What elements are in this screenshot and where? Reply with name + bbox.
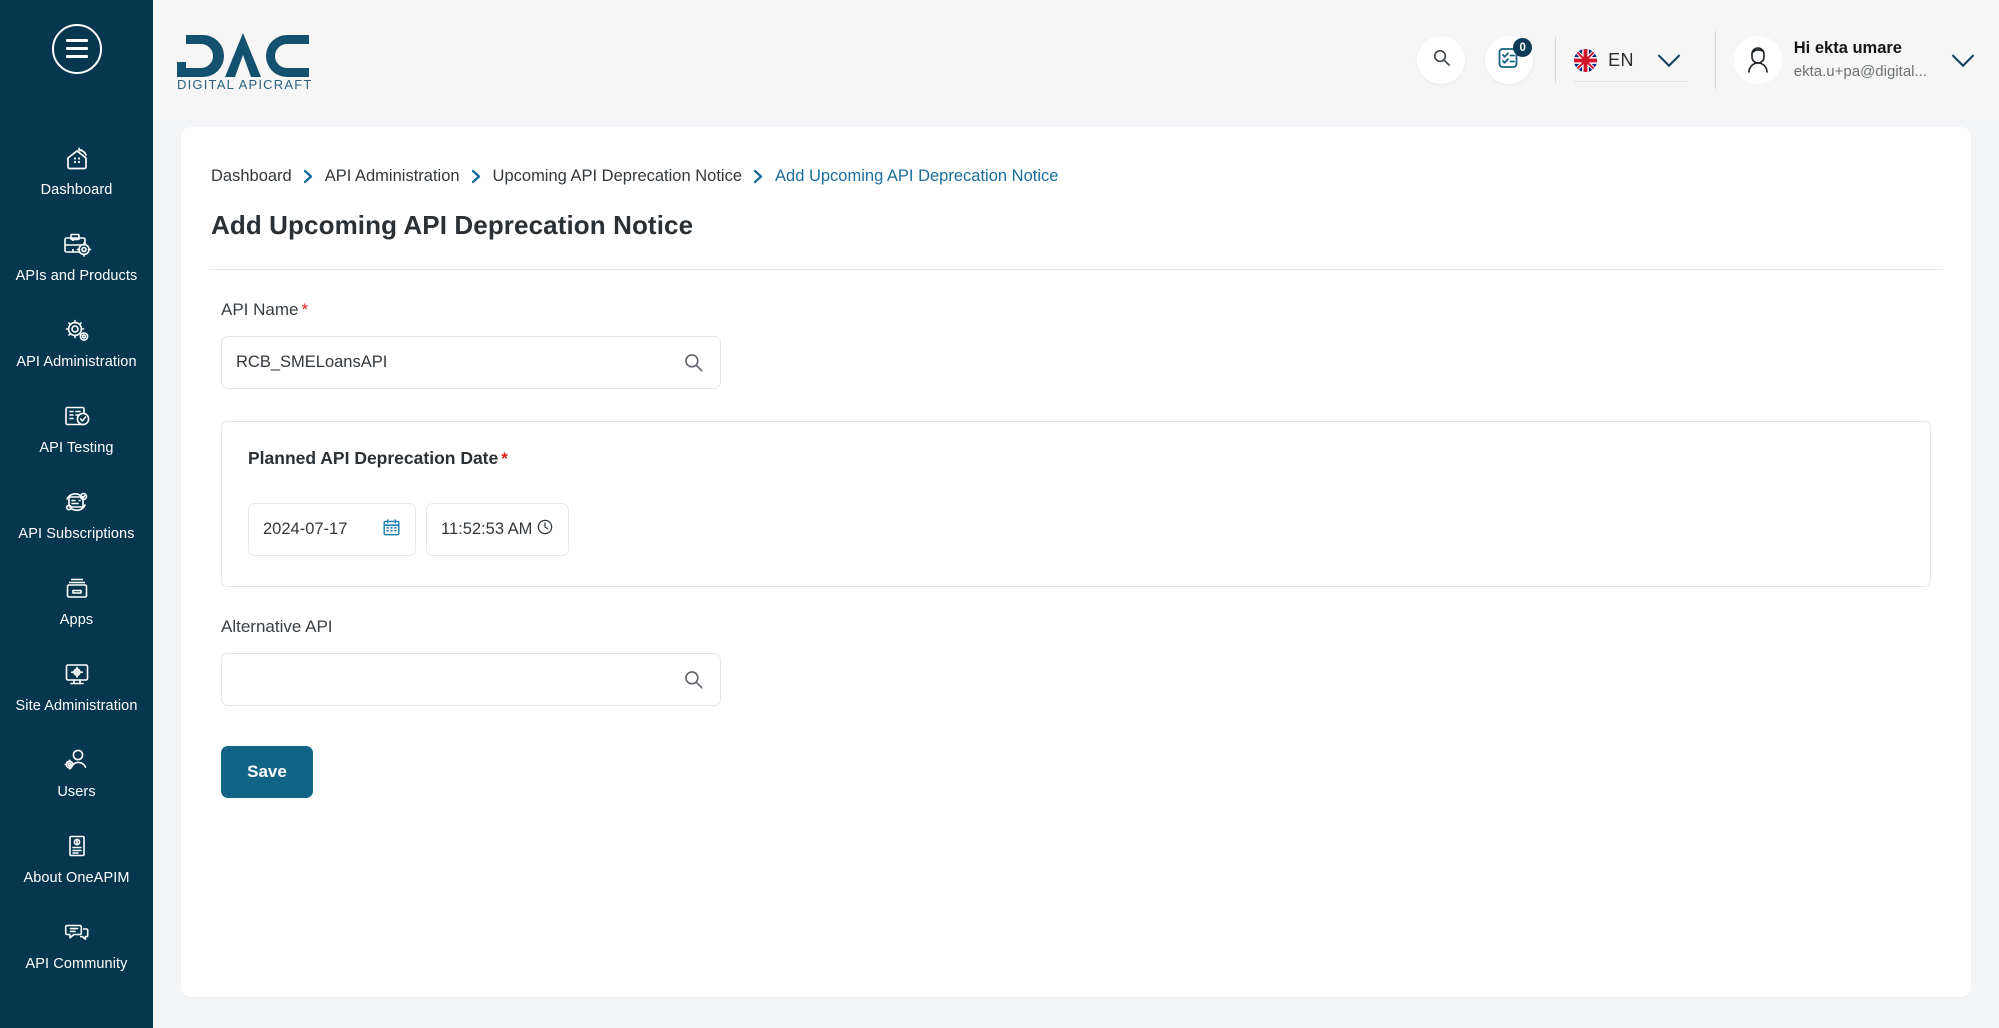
sidebar-item-label: Site Administration [15, 698, 138, 714]
avatar [1733, 36, 1782, 84]
site-administration-icon [61, 660, 93, 690]
sidebar-item-apps[interactable]: Apps [0, 565, 153, 639]
about-icon [61, 832, 93, 862]
breadcrumb-item-current[interactable]: Add Upcoming API Deprecation Notice [775, 167, 1058, 186]
date-time-row: 2024-07-17 11:52:53 AM [248, 503, 1904, 556]
required-marker: * [501, 449, 508, 468]
sidebar-item-api-administration[interactable]: API Administration [0, 307, 153, 381]
hamburger-icon [51, 23, 102, 74]
date-picker[interactable]: 2024-07-17 [248, 503, 416, 556]
sidebar-item-api-subscriptions[interactable]: API Subscriptions [0, 479, 153, 553]
tasks-button[interactable]: 0 [1485, 36, 1534, 84]
sidebar-item-users[interactable]: Users [0, 737, 153, 811]
save-button[interactable]: Save [221, 746, 313, 798]
sidebar-item-label: API Testing [39, 440, 114, 456]
breadcrumb: Dashboard API Administration Upcoming AP… [209, 167, 1943, 186]
sidebar: Dashboard APIs and Products API Administ… [0, 0, 153, 1028]
apps-icon [61, 574, 93, 604]
api-name-label: API Name * [221, 300, 308, 319]
main-area: DIGITAL APICRAFT 0 EN Hi ekta umare ekta… [153, 0, 1999, 1028]
sidebar-item-dashboard[interactable]: Dashboard [0, 135, 153, 209]
top-header: DIGITAL APICRAFT 0 EN Hi ekta umare ekta… [153, 0, 1999, 120]
dashboard-icon [61, 144, 93, 174]
page-title: Add Upcoming API Deprecation Notice [211, 210, 694, 240]
sidebar-item-label: API Administration [16, 354, 137, 370]
sidebar-item-apis-and-products[interactable]: APIs and Products [0, 221, 153, 295]
breadcrumb-chevron-icon [753, 169, 764, 184]
sidebar-item-label: API Subscriptions [18, 526, 135, 542]
apis-products-icon [61, 230, 93, 260]
api-testing-icon [61, 402, 93, 432]
sidebar-item-about-oneapim[interactable]: About OneAPIM [0, 823, 153, 897]
api-name-field: API Name * [221, 300, 1931, 389]
sidebar-item-site-administration[interactable]: Site Administration [0, 651, 153, 725]
alternative-api-input[interactable] [236, 670, 673, 689]
sidebar-item-api-testing[interactable]: API Testing [0, 393, 153, 467]
search-icon [1432, 48, 1451, 72]
sidebar-item-label: Dashboard [40, 182, 113, 198]
planned-deprecation-date-fieldset: Planned API Deprecation Date * 2024-07-17 [221, 421, 1931, 587]
planned-deprecation-date-label: Planned API Deprecation Date * [248, 448, 1904, 469]
sidebar-item-label: API Community [25, 956, 128, 972]
api-administration-icon [61, 316, 93, 346]
calendar-icon[interactable] [382, 518, 401, 542]
menu-toggle-button[interactable] [50, 22, 103, 75]
time-picker[interactable]: 11:52:53 AM [426, 503, 569, 556]
search-icon[interactable] [683, 669, 704, 690]
community-icon [61, 918, 93, 948]
required-marker: * [301, 300, 309, 319]
title-divider [209, 269, 1943, 270]
tasks-badge: 0 [1513, 38, 1533, 57]
date-value: 2024-07-17 [263, 520, 348, 538]
svg-text:DIGITAL APICRAFT: DIGITAL APICRAFT [177, 77, 313, 91]
alternative-api-label: Alternative API [221, 617, 333, 636]
users-icon [61, 746, 93, 776]
search-button[interactable] [1417, 36, 1466, 84]
api-subscriptions-icon [61, 488, 93, 518]
breadcrumb-item-upcoming-api-deprecation-notice[interactable]: Upcoming API Deprecation Notice [493, 167, 742, 186]
breadcrumb-item-dashboard[interactable]: Dashboard [211, 167, 292, 186]
user-menu[interactable]: Hi ekta umare ekta.u+pa@digital... [1714, 31, 1975, 89]
api-name-label-text: API Name [221, 300, 299, 319]
content-scroll-area: Dashboard API Administration Upcoming AP… [153, 120, 1999, 1028]
api-name-input[interactable] [236, 353, 673, 372]
deprecation-notice-form: API Name * RCB_SMELoansAPI Planned API D… [209, 300, 1943, 706]
planned-deprecation-date-text: Planned API Deprecation Date [248, 448, 499, 468]
language-code: EN [1608, 49, 1634, 70]
user-info: Hi ekta umare ekta.u+pa@digital... [1794, 38, 1927, 82]
form-actions: Save [209, 706, 1943, 798]
sidebar-item-label: Apps [59, 612, 94, 628]
search-icon[interactable] [683, 352, 704, 373]
chevron-down-icon [1657, 44, 1681, 68]
time-value: 11:52:53 AM [441, 520, 533, 538]
language-selector[interactable]: EN [1555, 36, 1691, 84]
alternative-api-input-wrapper[interactable] [221, 653, 721, 706]
uk-flag-icon [1574, 48, 1598, 72]
content-card: Dashboard API Administration Upcoming AP… [181, 127, 1971, 997]
dac-logo[interactable]: DIGITAL APICRAFT [173, 29, 313, 91]
clock-icon[interactable] [536, 518, 554, 541]
breadcrumb-chevron-icon [303, 169, 314, 184]
user-name: Hi ekta umare [1793, 39, 1902, 58]
app-root: Dashboard APIs and Products API Administ… [0, 0, 1999, 1028]
chevron-down-icon [1951, 44, 1975, 68]
sidebar-item-api-community[interactable]: API Community [0, 909, 153, 983]
sidebar-item-label: APIs and Products [15, 268, 138, 284]
breadcrumb-chevron-icon [471, 169, 482, 184]
sidebar-nav: Dashboard APIs and Products API Administ… [0, 135, 153, 983]
alternative-api-field: Alternative API [221, 617, 1931, 706]
user-email: ekta.u+pa@digital... [1793, 63, 1927, 81]
sidebar-item-label: Users [57, 784, 96, 800]
api-name-input-wrapper[interactable] [221, 336, 721, 389]
sidebar-item-label: About OneAPIM [23, 870, 130, 886]
breadcrumb-item-api-administration[interactable]: API Administration [325, 167, 460, 186]
